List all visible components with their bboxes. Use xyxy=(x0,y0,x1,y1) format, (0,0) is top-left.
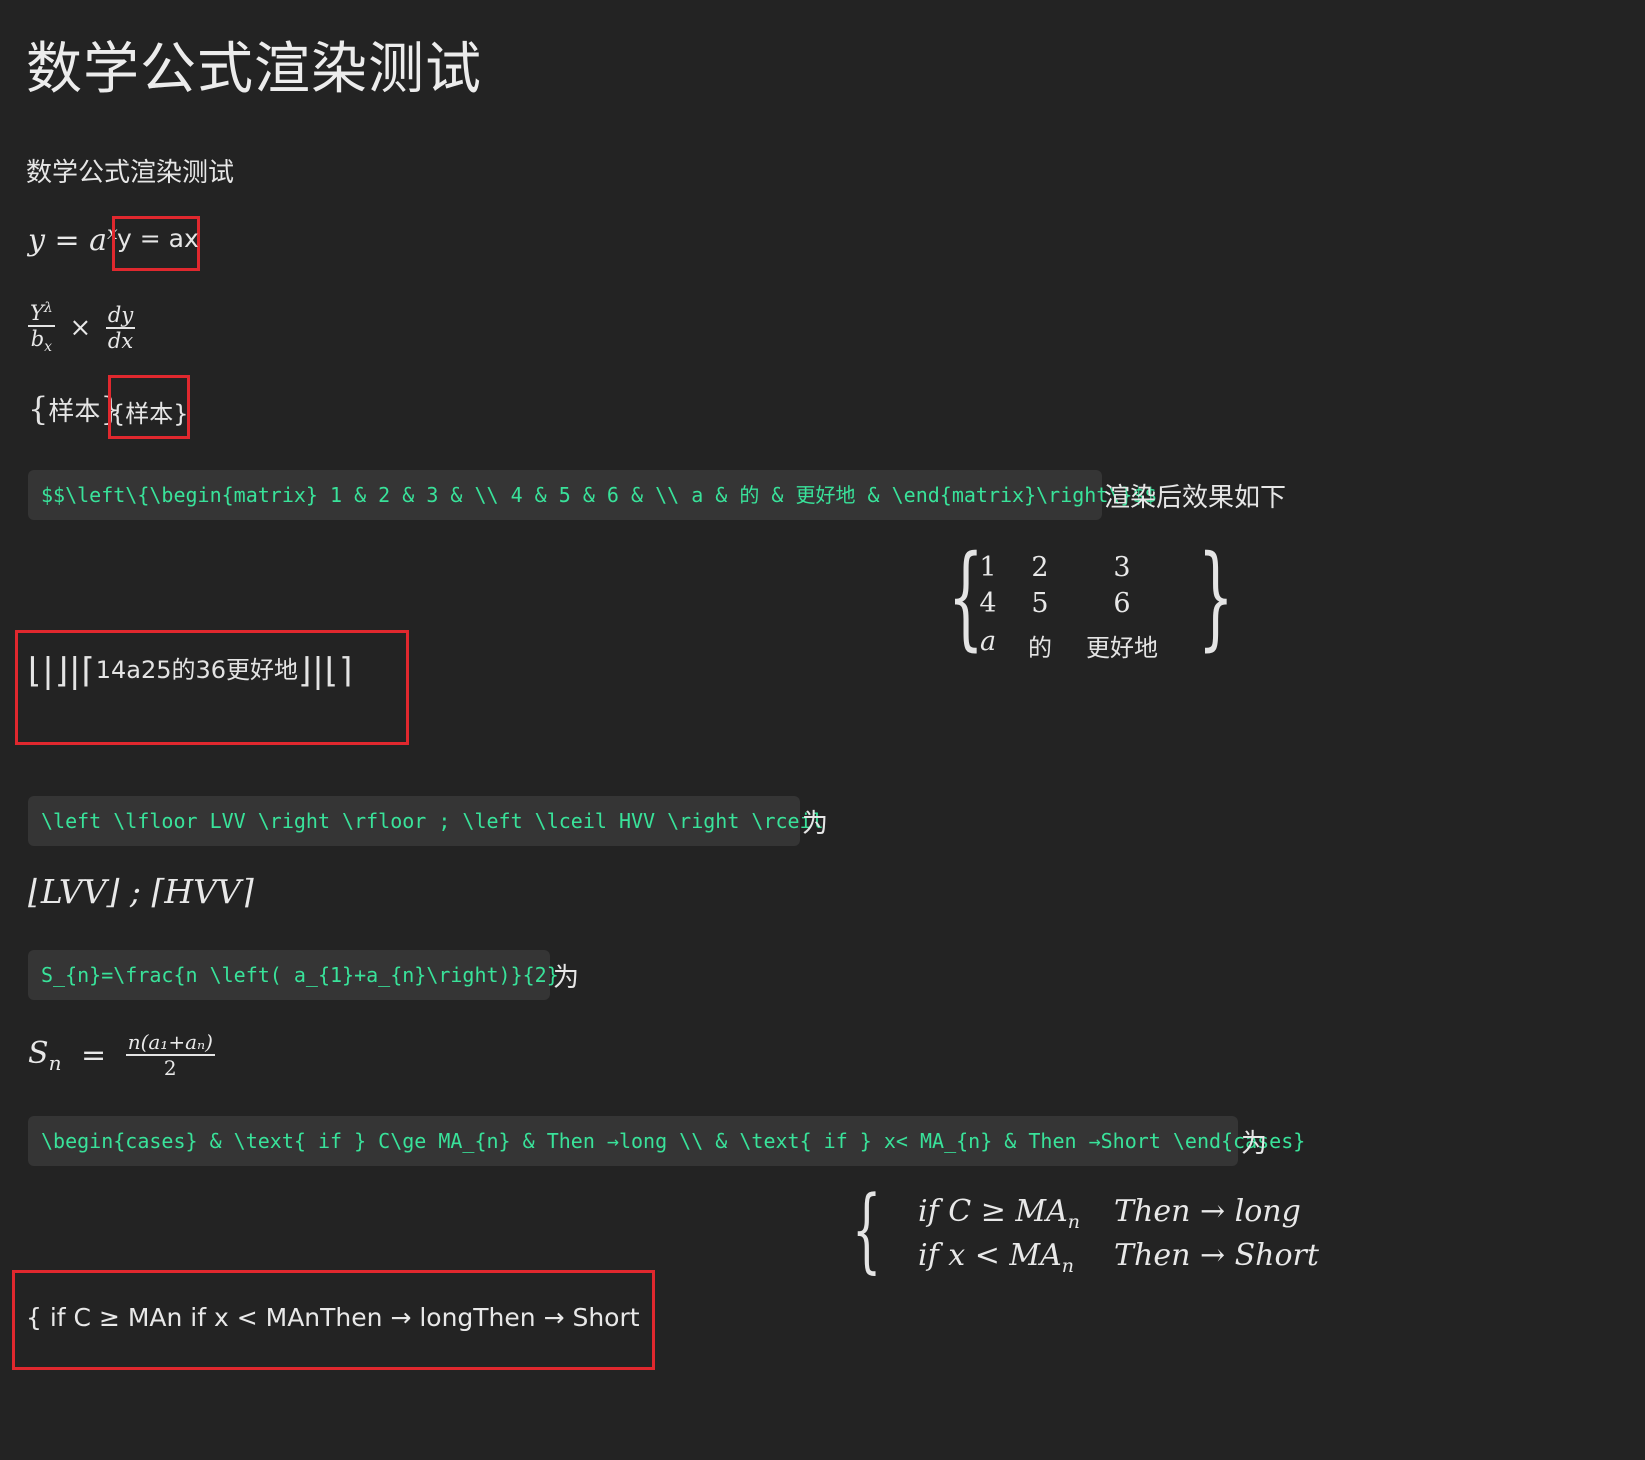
sum-lhs: Sn xyxy=(28,1035,61,1075)
fraction-left-numerator: Yλ xyxy=(28,300,55,327)
cases-row2-condition: if x < MA xyxy=(918,1238,1062,1273)
sum-denominator: 2 xyxy=(163,1056,177,1080)
cases-row-2-result: Then → Short xyxy=(1114,1238,1319,1273)
brace-left: { xyxy=(28,390,49,428)
fallback-exponential: y = ax xyxy=(117,224,199,253)
fallback-bracket-right: ⌋|⌊⌉ xyxy=(298,651,354,691)
numerator-lambda: λ xyxy=(43,300,53,316)
sum-numerator: n(a₁+aₙ) xyxy=(125,1030,215,1056)
matrix-right-brace: } xyxy=(1198,532,1234,662)
sum-fraction: n(a₁+aₙ) 2 xyxy=(125,1030,215,1080)
rendered-sum-formula: Sn = n(a₁+aₙ) 2 xyxy=(28,1030,215,1080)
braces-sample-text: 样本 xyxy=(48,397,101,427)
matrix-cell: 6 xyxy=(1113,588,1131,619)
rendered-cases: { if C ≥ MAn Then → long if x < MAn Then… xyxy=(850,1176,1330,1286)
fallback-matrix-text: 14a25的36更好地 xyxy=(95,656,299,684)
sum-lhs-s: S xyxy=(28,1035,49,1071)
fraction-right: dy dx xyxy=(105,302,136,353)
code-block-floor-ceil: \left \lfloor LVV \right \rfloor ; \left… xyxy=(28,796,824,846)
formula-exponential: y = ax xyxy=(28,222,118,258)
denominator-b: b xyxy=(30,327,45,351)
formula-braces-sample: {样本} xyxy=(28,390,121,428)
matrix-cell: a xyxy=(979,626,997,657)
fraction-left-denominator: bx xyxy=(28,327,55,355)
sum-equals: = xyxy=(81,1037,107,1073)
times-sign: × xyxy=(69,312,92,343)
rendered-floor-ceil: ⌊LVV⌋ ; ⌈HVV⌉ xyxy=(28,872,254,911)
floor-after-text: 为 xyxy=(802,809,829,839)
matrix-cell: 4 xyxy=(979,588,997,619)
fraction-right-denominator: dx xyxy=(107,328,134,353)
fallback-sample: {样本} xyxy=(110,400,189,428)
matrix-cell: 5 xyxy=(1031,588,1049,619)
fraction-left: Yλ bx xyxy=(28,300,55,355)
cases-row1-sub: n xyxy=(1067,1211,1081,1233)
cases-left-brace: { xyxy=(852,1176,882,1283)
fallback-bracket-left: ⌊|⌋|⌈ xyxy=(28,651,96,691)
sum-after-text: 为 xyxy=(553,963,580,993)
rendered-matrix: { } 1 2 3 4 5 6 a 的 更好地 xyxy=(948,532,1234,666)
denominator-x: x xyxy=(44,339,53,356)
code-block-cases: \begin{cases} & \text{ if } C\ge MA_{n} … xyxy=(28,1116,1305,1166)
cases-row2-sub: n xyxy=(1061,1255,1074,1277)
cases-fallback: { if C ≥ MAn if x < MAnThen → longThen →… xyxy=(26,1303,640,1332)
formula-exponential-base: y = a xyxy=(28,223,108,258)
cases-row1-condition: if C ≥ MA xyxy=(918,1194,1068,1229)
cases-row-2: if x < MAn xyxy=(918,1238,1074,1277)
matrix-cell: 更好地 xyxy=(1086,634,1158,662)
matrix-fallback: ⌊|⌋|⌈14a25的36更好地⌋|⌊⌉ xyxy=(28,650,353,730)
numerator-y: Y xyxy=(30,301,44,325)
matrix-cell: 2 xyxy=(1031,552,1049,583)
matrix-cell: 的 xyxy=(1028,634,1052,662)
cases-row-1-result: Then → long xyxy=(1114,1194,1301,1229)
code-block-matrix: $$\left\{\begin{matrix} 1 & 2 & 3 & \\ 4… xyxy=(28,470,1157,520)
code-block-sum: S_{n}=\frac{n \left( a_{1}+a_{n}\right)}… xyxy=(28,950,559,1000)
formula-fraction-product: Yλ bx × dy dx xyxy=(28,300,136,355)
matrix-after-text: 渲染后效果如下 xyxy=(1104,483,1287,513)
matrix-cell: 1 xyxy=(979,552,997,583)
sum-lhs-sub: n xyxy=(48,1050,62,1075)
cases-after-text: 为 xyxy=(1241,1129,1268,1159)
matrix-cell: 3 xyxy=(1113,552,1131,583)
intro-text: 数学公式渲染测试 xyxy=(26,158,235,188)
cases-row-1: if C ≥ MAn xyxy=(918,1194,1080,1233)
fraction-right-numerator: dy xyxy=(105,302,136,329)
page-title: 数学公式渲染测试 xyxy=(26,37,482,102)
